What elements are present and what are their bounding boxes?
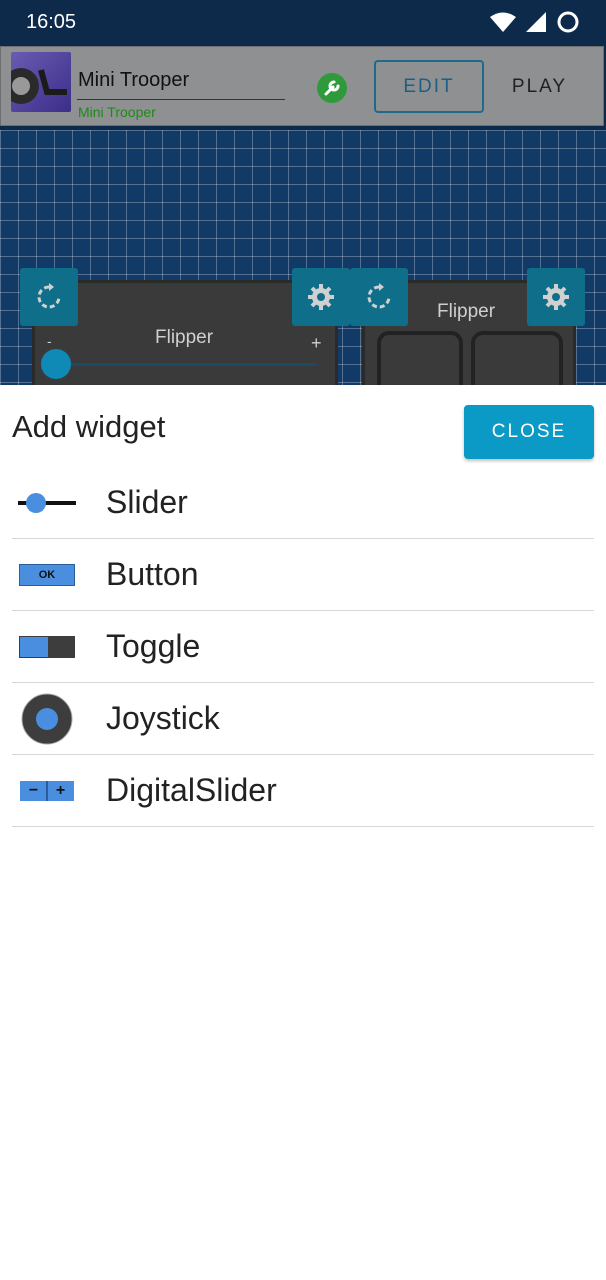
- gear-icon: [308, 284, 334, 310]
- widget-settings-button[interactable]: [527, 268, 585, 326]
- rotate-widget-button[interactable]: [350, 268, 408, 326]
- play-button[interactable]: PLAY: [492, 60, 587, 113]
- rotate-icon: [37, 283, 61, 309]
- status-icons: [490, 10, 580, 34]
- widget-option-label: Toggle: [106, 628, 201, 664]
- digital-slider-divider: [46, 781, 48, 801]
- widget-option-digital-slider[interactable]: − + DigitalSlider: [12, 755, 594, 827]
- digital-slider-plus: +: [55, 782, 66, 799]
- robot-name-field[interactable]: Mini Trooper: [78, 69, 189, 92]
- toggle-icon: [12, 611, 82, 683]
- widget-list: Slider OK Button Toggle Joystick − + Dig…: [12, 467, 594, 827]
- flipper-right-button[interactable]: [471, 331, 563, 385]
- widget-label: Flipper: [437, 301, 496, 322]
- button-icon: OK: [12, 539, 82, 611]
- signal-icon: [526, 12, 546, 32]
- wifi-icon: [490, 12, 516, 32]
- robot-thumbnail[interactable]: [11, 52, 71, 112]
- status-time: 16:05: [26, 11, 77, 33]
- slider-thumb[interactable]: [41, 349, 71, 379]
- dialog-title: Add widget: [12, 409, 166, 444]
- rotate-icon: [367, 283, 391, 309]
- robot-toolbar: Mini Trooper Mini Trooper EDIT PLAY: [0, 46, 604, 126]
- robot-subtitle: Mini Trooper: [78, 104, 156, 120]
- rotate-widget-button[interactable]: [20, 268, 78, 326]
- widget-option-button[interactable]: OK Button: [12, 539, 594, 611]
- slider-plus-label: +: [311, 333, 322, 353]
- button-icon-text: OK: [38, 569, 56, 581]
- widget-option-joystick[interactable]: Joystick: [12, 683, 594, 755]
- widget-settings-button[interactable]: [292, 268, 350, 326]
- widget-option-toggle[interactable]: Toggle: [12, 611, 594, 683]
- close-button[interactable]: CLOSE: [464, 405, 594, 459]
- flipper-left-button[interactable]: [377, 331, 463, 385]
- wrench-icon: [324, 80, 340, 96]
- joystick-icon: [12, 683, 82, 755]
- widget-option-label: Slider: [106, 484, 188, 520]
- widget-label: Flipper: [155, 327, 214, 348]
- wrench-button[interactable]: [317, 73, 347, 103]
- widget-option-label: DigitalSlider: [106, 772, 277, 808]
- robot-name-underline: [77, 99, 285, 100]
- digital-slider-minus: −: [28, 782, 39, 799]
- widget-option-label: Joystick: [106, 700, 220, 736]
- slider-icon: [12, 467, 82, 539]
- gear-icon: [543, 284, 569, 310]
- slider-minus-label: -: [47, 333, 52, 349]
- add-widget-dialog: Add widget CLOSE Slider OK Button Toggle: [0, 385, 606, 1280]
- status-bar: 16:05: [0, 0, 606, 46]
- robot-wheel-icon: [11, 68, 67, 104]
- digital-slider-icon: − +: [12, 755, 82, 827]
- widget-option-label: Button: [106, 556, 199, 592]
- widget-option-slider[interactable]: Slider: [12, 467, 594, 539]
- edit-button[interactable]: EDIT: [374, 60, 484, 113]
- editor-background: 16:05 Mini Trooper Mini Trooper EDIT PLA…: [0, 0, 606, 385]
- slider-track: [55, 363, 317, 366]
- battery-circle-icon: [557, 11, 579, 33]
